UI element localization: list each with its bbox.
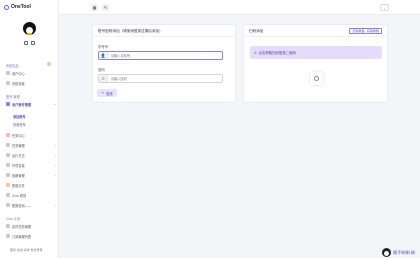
log-icon	[6, 153, 10, 157]
list-icon	[6, 143, 10, 147]
rss-icon	[6, 234, 10, 238]
account-label: 学号号	[98, 45, 109, 49]
sidebar-item-deps[interactable]: 依赖管理 ›	[6, 172, 56, 178]
account-input[interactable]	[108, 53, 222, 58]
sidebar-item-subscriptions[interactable]: 订阅管理列表	[6, 233, 56, 239]
qr-fetch-banner[interactable]: ⚿ 点击获取扫码登录二维码	[250, 46, 382, 59]
sidebar-item-user-center[interactable]: 用户中心	[6, 70, 56, 76]
sidebar-item-system-settings[interactable]: 系统设置	[6, 80, 56, 86]
sidebar-item-label: 定时任务管理	[12, 224, 32, 229]
sidebar-item-task-center[interactable]: 任务中心	[6, 132, 56, 138]
password-label: 密码	[98, 68, 105, 72]
qr-login-card: 扫码添加 扫码教程 - 获取教程 ⚿ 点击获取扫码登录二维码	[243, 24, 388, 103]
sidebar-item-label: 订阅管理列表	[12, 234, 32, 239]
sidebar-subitem-add-account[interactable]: 添加账号	[13, 114, 26, 119]
users-icon	[6, 102, 10, 106]
nav-group-title: 账号 管理	[6, 95, 20, 99]
sidebar-item-task-manage[interactable]: 任务管理 ›	[6, 142, 56, 148]
user-icon: 👤	[99, 52, 108, 59]
chevron-right-icon: ›	[55, 173, 56, 177]
calendar-icon	[6, 224, 10, 228]
key-icon: ⚿	[254, 50, 257, 55]
nav-group-title: 系统信息	[6, 64, 19, 68]
qr-loading-placeholder	[310, 72, 323, 85]
password-input[interactable]	[108, 76, 222, 81]
login-icon: ↪	[101, 91, 105, 95]
sidebar-item-label: 任务管理	[12, 143, 25, 148]
sidebar-item-cron-manage[interactable]: 定时任务管理	[6, 223, 56, 229]
topbar: ▦ ✎ ⌄	[59, 0, 420, 15]
sidebar-item-run-log[interactable]: 运行日志 ›	[6, 152, 56, 158]
chevron-right-icon: ›	[55, 203, 56, 207]
sidebar-item-config[interactable]: 配置文件	[6, 182, 56, 188]
notification-dot	[47, 62, 51, 66]
loading-icon	[314, 76, 319, 81]
logo-icon	[4, 4, 9, 10]
grid-icon[interactable]: ▦	[91, 4, 98, 11]
sidebar-subitem-view-account[interactable]: 查看账号	[13, 122, 26, 127]
file-icon	[6, 183, 10, 187]
chevron-right-icon: ›	[55, 163, 56, 167]
sidebar-item-label: 用户账号管理	[12, 102, 32, 107]
avatar-actions	[24, 41, 35, 45]
lock-icon: ⊙	[99, 75, 108, 82]
account-field[interactable]: 👤	[98, 51, 223, 60]
support-avatar	[382, 248, 391, 257]
app-root: OneTool 系统信息 用户中心 系统设置 账号 管理 用户账号管理 ⌄ 添加账…	[0, 0, 420, 258]
user-icon	[6, 71, 10, 75]
password-field[interactable]: ⊙	[98, 74, 223, 83]
sidebar-item-label: Cron 规则	[12, 193, 27, 198]
sidebar-item-account-manage[interactable]: 用户账号管理 ⌄	[6, 101, 56, 107]
clock-icon	[6, 193, 10, 197]
banner-text: 点击获取扫码登录二维码	[258, 51, 296, 55]
chevron-right-icon: ›	[55, 143, 56, 147]
sidebar-item-label: 任务中心	[12, 133, 25, 138]
qr-tutorial-button[interactable]: 扫码教程 - 获取教程	[349, 28, 382, 34]
gear-icon	[6, 81, 10, 85]
sidebar-item-label: 环境变量	[12, 163, 25, 168]
support-label: 随手刷刷 刷	[393, 249, 416, 255]
sidebar-item-label: 系统设置	[12, 81, 25, 86]
nav-group-title: Cron 计划	[6, 217, 21, 221]
sidebar: OneTool 系统信息 用户中心 系统设置 账号 管理 用户账号管理 ⌄ 添加账…	[0, 0, 59, 258]
sidebar-footer: 服务 在线 请求 暂未登录	[10, 248, 43, 252]
brand: OneTool	[4, 4, 31, 10]
sidebar-item-env-vars[interactable]: 环境变量 ›	[6, 162, 56, 168]
card-title: 扫码添加	[249, 29, 264, 33]
sidebar-item-label: 用户中心	[12, 71, 25, 76]
chevron-right-icon: ›	[55, 153, 56, 157]
avatar[interactable]	[23, 22, 36, 35]
login-button-label: 登录	[106, 91, 113, 96]
card-title: 账号密码添加（请使用登录过期后添加）	[98, 29, 163, 33]
user-icon[interactable]	[24, 41, 28, 45]
support-widget[interactable]: 随手刷刷 刷	[382, 248, 415, 257]
sidebar-item-check[interactable]: 配置检测—— ›	[6, 202, 56, 208]
sidebar-item-label: 配置检测——	[12, 203, 32, 208]
divider	[244, 36, 387, 37]
check-icon	[6, 203, 10, 207]
sidebar-item-label: 依赖管理	[12, 173, 25, 178]
package-icon	[6, 173, 10, 177]
task-icon	[6, 133, 10, 137]
variable-icon	[6, 163, 10, 167]
pen-icon[interactable]: ✎	[102, 4, 109, 11]
chevron-down-icon: ⌄	[53, 102, 56, 106]
sidebar-item-label: 运行日志	[12, 153, 25, 158]
settings-icon[interactable]	[31, 41, 35, 45]
divider	[93, 36, 235, 37]
chevron-down-icon[interactable]: ⌄	[380, 4, 389, 11]
brand-name: OneTool	[11, 4, 31, 10]
login-button[interactable]: ↪ 登录	[97, 89, 117, 97]
sidebar-item-label: 配置文件	[12, 183, 25, 188]
sidebar-item-cron[interactable]: Cron 规则	[6, 192, 56, 198]
